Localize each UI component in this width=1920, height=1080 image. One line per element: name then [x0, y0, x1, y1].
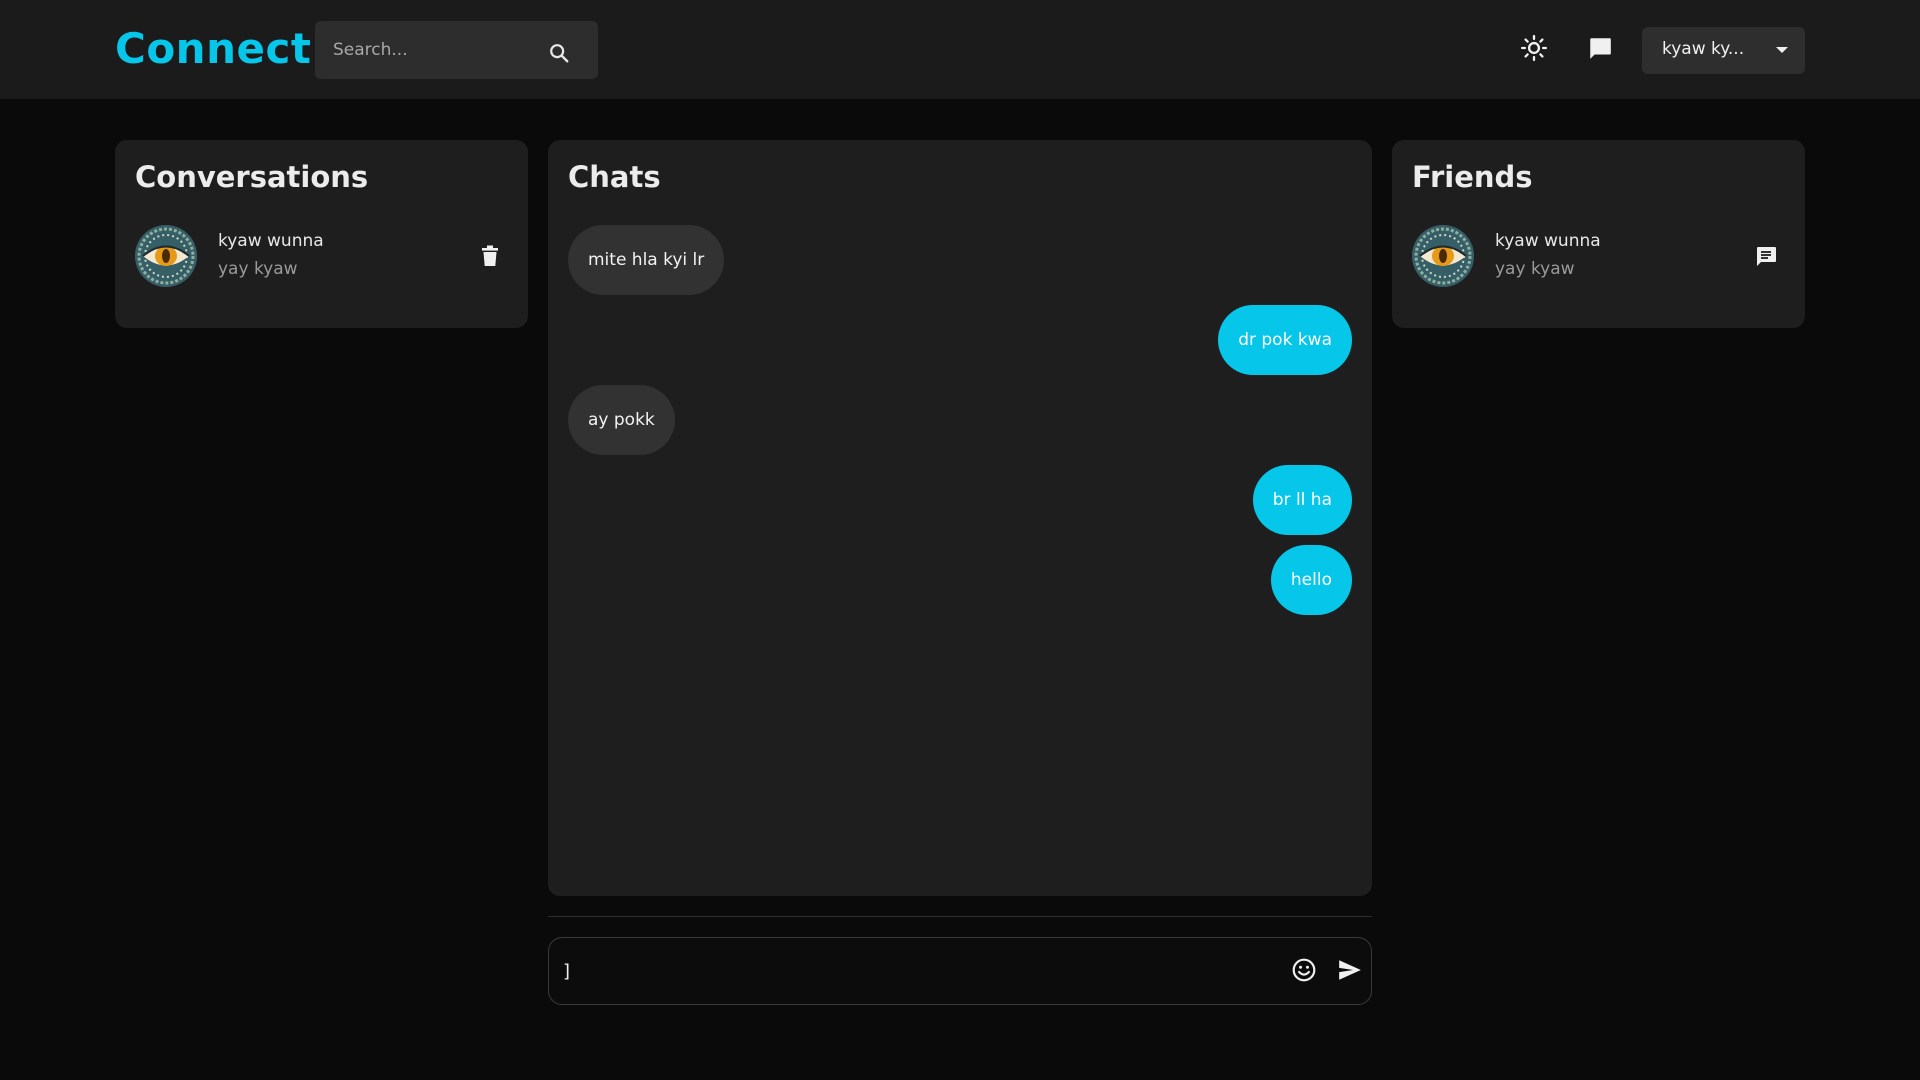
conversations-panel: Conversations kyaw wunna yay kyaw — [115, 140, 528, 328]
search-input[interactable] — [333, 21, 543, 79]
chat-bubble-icon — [1587, 35, 1613, 65]
friend-item[interactable]: kyaw wunna yay kyaw — [1412, 225, 1782, 287]
conversation-item[interactable]: kyaw wunna yay kyaw — [135, 225, 505, 287]
sun-icon — [1520, 34, 1548, 66]
message-bubble-incoming: ay pokk — [568, 385, 675, 455]
search-icon[interactable] — [544, 38, 574, 68]
avatar — [135, 225, 197, 287]
friends-title: Friends — [1412, 160, 1533, 194]
user-menu-dropdown[interactable]: kyaw ky... — [1642, 27, 1805, 74]
message-bubble-outgoing: hello — [1270, 545, 1352, 615]
avatar — [1412, 225, 1474, 287]
friend-name: kyaw wunna — [1495, 231, 1601, 251]
message-icon[interactable] — [1753, 243, 1779, 269]
message-input[interactable] — [563, 938, 1263, 1004]
emoji-button[interactable] — [1289, 957, 1319, 987]
conversations-title: Conversations — [135, 160, 369, 194]
friend-subtitle: yay kyaw — [1495, 259, 1575, 279]
friends-panel: Friends kyaw wunna yay kyaw — [1392, 140, 1805, 328]
user-menu-label: kyaw ky... — [1662, 39, 1745, 59]
theme-toggle-button[interactable] — [1519, 34, 1549, 66]
message-bubble-outgoing: dr pok kwa — [1218, 305, 1352, 375]
app-logo[interactable]: Connect — [115, 24, 311, 73]
message-bubble-outgoing: br ll ha — [1252, 465, 1352, 535]
top-navbar: Connect kyaw ky... — [0, 0, 1920, 99]
conversation-name: kyaw wunna — [218, 231, 324, 251]
chats-title: Chats — [568, 160, 661, 194]
send-icon — [1337, 957, 1363, 987]
send-button[interactable] — [1335, 957, 1365, 987]
conversation-subtitle: yay kyaw — [218, 259, 298, 279]
messages-button[interactable] — [1585, 35, 1615, 65]
trash-icon[interactable] — [477, 243, 503, 269]
chats-panel: Chats mite hla kyi lr dr pok kwa ay pokk… — [548, 140, 1372, 896]
caret-down-icon — [1776, 47, 1788, 53]
message-composer — [548, 937, 1372, 1005]
smile-icon — [1291, 957, 1317, 987]
composer-divider — [548, 916, 1372, 917]
message-bubble-incoming: mite hla kyi lr — [568, 225, 725, 295]
